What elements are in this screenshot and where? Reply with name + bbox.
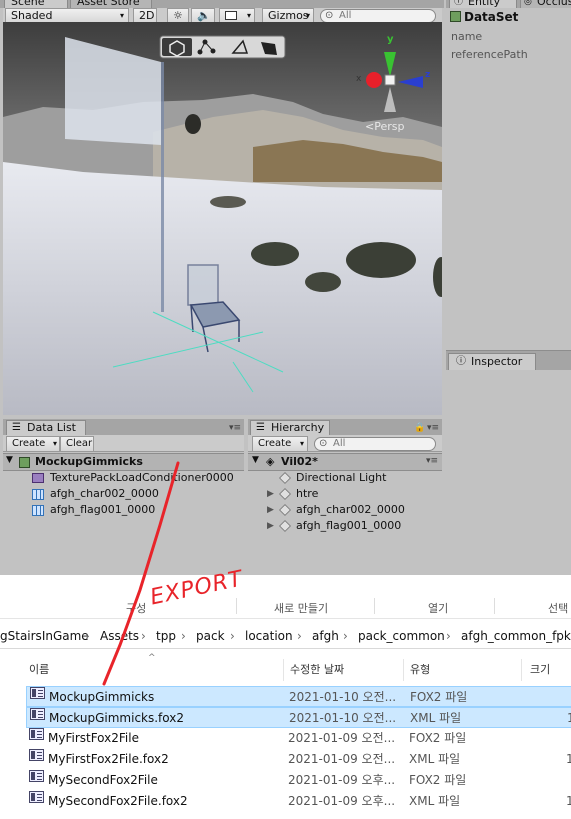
annotation-arrow-line [102, 461, 180, 686]
export-annotation [102, 461, 180, 686]
